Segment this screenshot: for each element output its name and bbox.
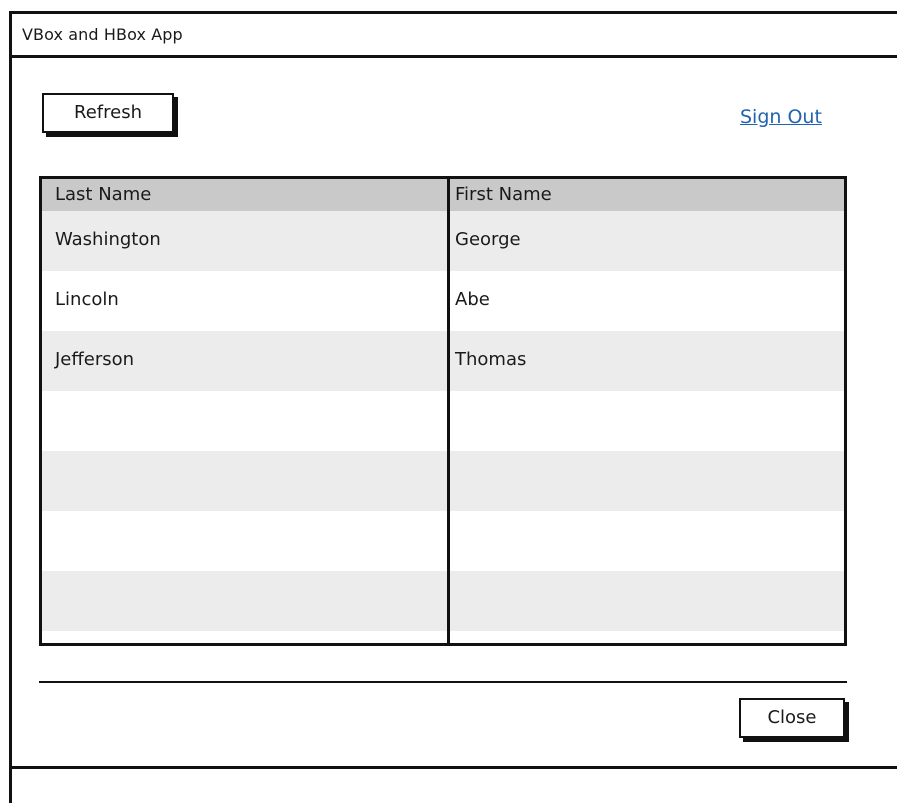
data-grid: Last Name First Name Washington George L… bbox=[39, 176, 847, 646]
table-row[interactable]: Lincoln Abe bbox=[42, 271, 844, 331]
table-row-empty[interactable] bbox=[42, 451, 844, 511]
table-row[interactable]: Washington George bbox=[42, 211, 844, 271]
window-title: VBox and HBox App bbox=[22, 25, 183, 44]
cell-first-name: Thomas bbox=[455, 349, 527, 370]
title-bar: VBox and HBox App bbox=[12, 14, 897, 58]
cell-last-name: Washington bbox=[55, 229, 161, 250]
column-divider[interactable] bbox=[447, 179, 450, 643]
refresh-button[interactable]: Refresh bbox=[42, 93, 174, 133]
table-row-empty[interactable] bbox=[42, 571, 844, 631]
close-button[interactable]: Close bbox=[739, 698, 845, 738]
table-row-empty[interactable] bbox=[42, 391, 844, 451]
cell-last-name: Jefferson bbox=[55, 349, 135, 370]
status-bar-edge bbox=[9, 769, 12, 803]
table-row-empty[interactable] bbox=[42, 511, 844, 571]
footer-divider bbox=[39, 681, 847, 683]
cell-first-name: Abe bbox=[455, 289, 490, 310]
cell-first-name: George bbox=[455, 229, 521, 250]
cell-last-name: Lincoln bbox=[55, 289, 119, 310]
column-header-first-name[interactable]: First Name bbox=[455, 184, 552, 205]
sign-out-link[interactable]: Sign Out bbox=[740, 106, 822, 128]
grid-header-row: Last Name First Name bbox=[42, 179, 844, 211]
column-header-last-name[interactable]: Last Name bbox=[55, 184, 151, 205]
table-row[interactable]: Jefferson Thomas bbox=[42, 331, 844, 391]
